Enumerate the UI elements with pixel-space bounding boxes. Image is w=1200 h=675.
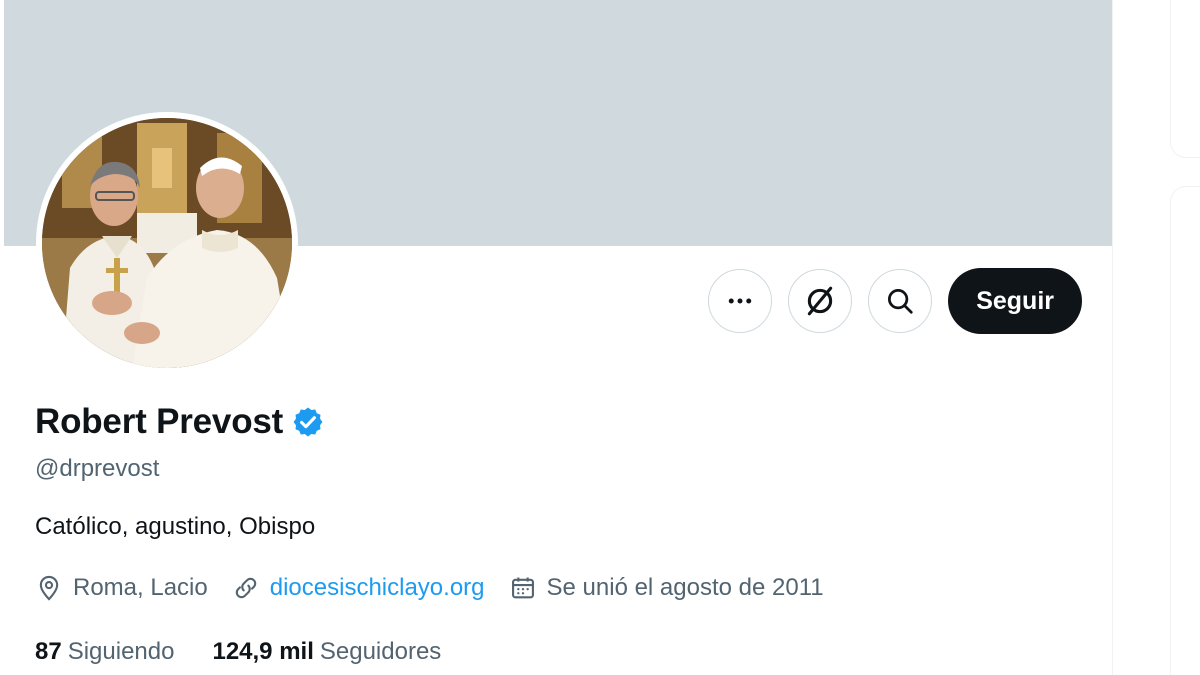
profile-page: Seguir Robert Prevost @drprevost Católic…	[0, 0, 1200, 675]
location-text: Roma, Lacio	[73, 574, 208, 601]
location-item: Roma, Lacio	[35, 574, 208, 602]
profile-column: Seguir Robert Prevost @drprevost Católic…	[4, 0, 1113, 675]
search-button[interactable]	[868, 269, 933, 333]
link-icon	[235, 577, 256, 599]
profile-handle: @drprevost	[35, 455, 160, 482]
sidebar-card	[1170, 0, 1200, 158]
sidebar-card	[1170, 186, 1200, 675]
profile-bio: Católico, agustino, Obispo	[35, 513, 316, 540]
following-count: 87	[35, 638, 62, 665]
followers-label: Seguidores	[319, 638, 442, 665]
search-icon	[888, 289, 913, 314]
website-item: diocesischiclayo.org	[232, 574, 485, 602]
followers-count: 124,9 mil	[212, 638, 314, 665]
name-row: Robert Prevost	[35, 402, 325, 442]
website-link[interactable]: diocesischiclayo.org	[270, 574, 485, 602]
profile-meta: Roma, Lacio diocesischiclayo.org Se unió…	[35, 574, 848, 602]
joined-item: Se unió el agosto de 2011	[509, 574, 824, 602]
following-label: Siguiendo	[67, 638, 175, 665]
location-pin-icon	[39, 575, 59, 601]
following-stat[interactable]: 87 Siguiendo	[35, 638, 174, 666]
verified-badge-icon[interactable]	[291, 405, 325, 439]
grok-button[interactable]	[788, 269, 853, 333]
joined-text: Se unió el agosto de 2011	[546, 574, 824, 601]
grok-icon	[808, 286, 833, 316]
more-button[interactable]	[708, 269, 773, 333]
profile-actions: Seguir	[708, 268, 1082, 334]
calendar-icon	[511, 577, 534, 599]
more-horizontal-icon	[728, 298, 752, 304]
profile-stats: 87 Siguiendo 124,9 mil Seguidores	[35, 638, 479, 666]
avatar-photo	[42, 118, 292, 368]
followers-stat[interactable]: 124,9 mil Seguidores	[212, 638, 441, 666]
display-name: Robert Prevost	[35, 402, 284, 441]
follow-button[interactable]: Seguir	[948, 268, 1082, 334]
profile-avatar[interactable]	[36, 112, 298, 374]
